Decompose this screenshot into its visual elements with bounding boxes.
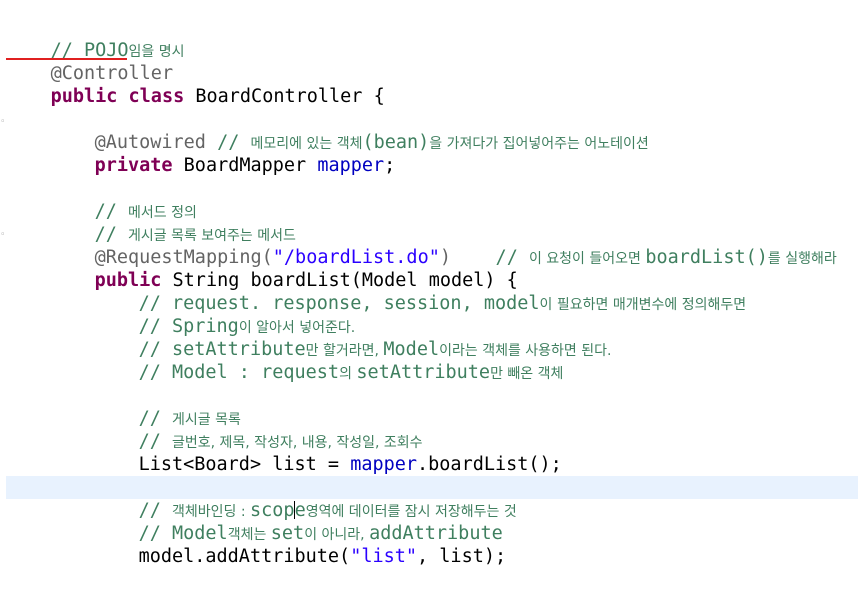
code-line: // 게시글 목록 bbox=[94, 384, 241, 429]
code-line: private BoardMapper mapper; bbox=[50, 131, 396, 176]
keyword-token: public bbox=[50, 86, 118, 107]
code-line: // Model객체는 set이 아니라, addAttribute bbox=[94, 499, 503, 544]
code-text: , list); bbox=[417, 546, 507, 567]
code-line: // POJO임을 명시 bbox=[6, 16, 185, 61]
comment-text: setAttribute bbox=[356, 362, 491, 383]
comment-text: 이 요청이 들어오면 bbox=[528, 251, 646, 267]
comment-text: 이 필요하면 매개변수에 정의해두면 bbox=[539, 297, 747, 313]
fold-marker-icon[interactable]: ◦ bbox=[0, 230, 5, 240]
code-editor[interactable]: ◦ ◦ // POJO임을 명시 @Controller public clas… bbox=[0, 0, 858, 567]
comment-text: 의 bbox=[339, 366, 357, 382]
code-line: public class BoardController { bbox=[6, 62, 385, 107]
fold-marker-icon[interactable]: ◦ bbox=[0, 117, 5, 127]
code-line: // setAttribute만 할거라면, Model이라는 객체를 사용하면… bbox=[94, 315, 612, 360]
code-line: // request. response, session, model이 필요… bbox=[94, 269, 747, 314]
code-line: @Autowired // 메모리에 있는 객체(bean)을 가져다가 집어넣… bbox=[50, 108, 649, 153]
code-line: List<Board> list = mapper.boardList(); bbox=[94, 430, 562, 475]
code-line: // 메서드 정의 bbox=[50, 177, 197, 222]
code-text: .boardList(); bbox=[417, 454, 562, 475]
code-line: // 글번호, 제목, 작성자, 내용, 작성일, 조회수 bbox=[94, 407, 423, 452]
comment-text: boardList() bbox=[645, 247, 768, 268]
field-token: mapper bbox=[350, 454, 418, 475]
error-underline bbox=[6, 58, 127, 60]
string-token: "list" bbox=[350, 546, 418, 567]
code-line: // 객체바인딩 : scope영역에 데이터를 잠시 저장해두는 것 bbox=[94, 476, 517, 521]
code-line: model.addAttribute("list", list); bbox=[94, 522, 507, 567]
keyword-token: class bbox=[128, 86, 185, 107]
code-text: model.addAttribute( bbox=[138, 546, 351, 567]
comment-text: // bbox=[138, 362, 172, 383]
comment-text: 만 빼온 객체 bbox=[490, 366, 564, 382]
code-line: // Spring이 알아서 넣어준다. bbox=[94, 292, 356, 337]
code-line: @RequestMapping("/boardList.do") // 이 요청… bbox=[50, 223, 837, 268]
code-line: // Model : request의 setAttribute만 빼온 객체 bbox=[94, 338, 564, 383]
code-text: List<Board> list = bbox=[138, 454, 351, 475]
code-line: public String boardList(Model model) { bbox=[50, 246, 518, 291]
code-line: // 게시글 목록 보여주는 메서드 bbox=[50, 200, 296, 245]
code-text: ; bbox=[384, 155, 396, 176]
field-token: mapper bbox=[317, 155, 385, 176]
code-text: BoardMapper bbox=[172, 155, 318, 176]
comment-text: 를 실행해라 bbox=[767, 251, 837, 267]
comment-text: Model : request bbox=[171, 362, 340, 383]
keyword-token: private bbox=[94, 155, 173, 176]
code-text: BoardController { bbox=[184, 86, 385, 107]
comment-text: 을 가져다가 집어넣어주는 어노테이션 bbox=[429, 136, 649, 152]
